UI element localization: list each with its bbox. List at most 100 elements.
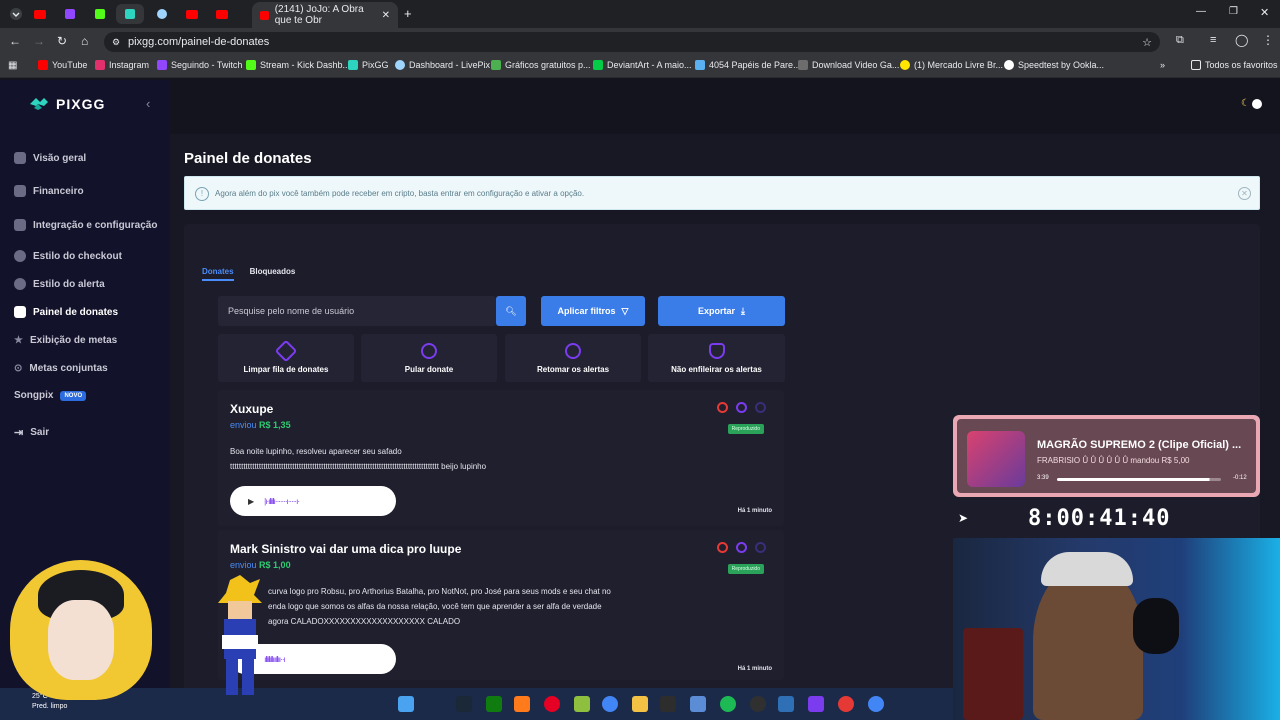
youtube-tab-icon[interactable] bbox=[208, 4, 236, 24]
tab-active[interactable]: (2141) JoJo: A Obra que te Obr ✕ bbox=[252, 2, 398, 28]
livepix-icon bbox=[395, 60, 405, 70]
bookmark-mercado-livre[interactable]: (1) Mercado Livre Br... bbox=[900, 60, 1003, 70]
twitch-tab-icon[interactable] bbox=[56, 4, 84, 24]
sidebar-item-sair[interactable]: ⇥ Sair bbox=[14, 426, 49, 439]
bookmark-star-icon[interactable]: ☆ bbox=[1142, 36, 1152, 49]
apply-filters-button[interactable]: Aplicar filtros ▽ bbox=[541, 296, 645, 326]
bookmark-pixgg[interactable]: PixGG bbox=[348, 60, 389, 70]
forward-icon[interactable]: → bbox=[33, 34, 45, 48]
resume-alerts-button[interactable]: Retomar os alertas bbox=[505, 334, 641, 382]
bookmark-all-folder[interactable]: Todos os favoritos bbox=[1191, 60, 1278, 70]
youtube-tab-icon[interactable] bbox=[178, 4, 206, 24]
minimize-icon[interactable]: — bbox=[1196, 6, 1206, 17]
donate-amount-line: enviou R$ 1,35 bbox=[230, 420, 291, 430]
bookmark-kick[interactable]: Stream - Kick Dashb... bbox=[246, 60, 350, 70]
bookmark-papeis[interactable]: 4054 Papéis de Pare... bbox=[695, 60, 801, 70]
media-icon[interactable]: ≡ bbox=[1210, 34, 1216, 46]
collapse-sidebar-icon[interactable]: ‹ bbox=[146, 96, 150, 111]
back-icon[interactable]: ← bbox=[9, 34, 21, 48]
skip-icon[interactable] bbox=[755, 402, 766, 413]
donate-message: curva logo pro Robsu, pro Arthorius Bata… bbox=[268, 587, 611, 626]
bookmark-twitch[interactable]: Seguindo - Twitch bbox=[157, 60, 242, 70]
kick-tab-icon[interactable] bbox=[86, 4, 114, 24]
folder-icon bbox=[1191, 60, 1201, 70]
app-icon[interactable] bbox=[778, 696, 794, 712]
sidebar-item-financeiro[interactable]: Financeiro bbox=[14, 185, 84, 197]
play-icon[interactable]: ▶ bbox=[248, 497, 254, 506]
app-icon[interactable] bbox=[514, 696, 530, 712]
sidebar-item-estilo-checkout[interactable]: Estilo do checkout bbox=[14, 250, 122, 262]
song-requester: FRABRISIO Û Û Û Û Û Û mandou R$ 5,00 bbox=[1037, 456, 1190, 465]
sidebar-item-songpix[interactable]: Songpix NOVO bbox=[14, 390, 87, 401]
search-input[interactable]: Pesquise pelo nome de usuário bbox=[218, 296, 496, 326]
youtube-tab-icon[interactable] bbox=[26, 4, 54, 24]
sidebar-item-painel-donates[interactable]: Painel de donates bbox=[14, 306, 118, 318]
sidebar-item-visao-geral[interactable]: Visão geral bbox=[14, 152, 86, 164]
no-queue-alerts-button[interactable]: Não enfileirar os alertas bbox=[648, 334, 785, 382]
page-title: Painel de donates bbox=[184, 150, 312, 167]
bookmark-download-video[interactable]: Download Video Ga... bbox=[798, 60, 899, 70]
bookmark-livepix[interactable]: Dashboard - LivePix bbox=[395, 60, 490, 70]
profile-icon[interactable]: ◯ bbox=[1235, 33, 1248, 47]
app-icon[interactable] bbox=[574, 696, 590, 712]
speedtest-icon bbox=[1004, 60, 1014, 70]
close-tab-icon[interactable]: ✕ bbox=[382, 10, 390, 21]
chrome-icon[interactable] bbox=[868, 696, 884, 712]
extensions-icon[interactable]: ⧉ bbox=[1176, 34, 1184, 47]
bookmark-deviantart[interactable]: DeviantArt - A maio... bbox=[593, 60, 692, 70]
block-icon[interactable] bbox=[717, 402, 728, 413]
menu-icon[interactable]: ⋮ bbox=[1262, 33, 1274, 47]
sidebar-item-estilo-alerta[interactable]: Estilo do alerta bbox=[14, 278, 105, 290]
donate-message: Boa noite lupinho, resolveu aparecer seu… bbox=[230, 447, 487, 471]
livepix-tab-icon[interactable] bbox=[148, 4, 176, 24]
skip-icon bbox=[421, 342, 437, 359]
url-field[interactable]: ⚙ pixgg.com/painel-de-donates ☆ bbox=[104, 32, 1160, 52]
sidebar-item-integracao[interactable]: Integração e configuração bbox=[14, 219, 157, 231]
wallet-icon bbox=[14, 185, 26, 197]
tab-donates[interactable]: Donates bbox=[202, 264, 234, 281]
apps-grid-icon[interactable]: ▦ bbox=[8, 60, 17, 71]
site-info-icon[interactable]: ⚙ bbox=[112, 37, 120, 48]
home-icon[interactable]: ⌂ bbox=[81, 34, 88, 48]
app-icon[interactable] bbox=[838, 696, 854, 712]
export-button[interactable]: Exportar ⤓ bbox=[658, 296, 785, 326]
window-close-icon[interactable]: ✕ bbox=[1260, 6, 1269, 19]
folder-icon[interactable] bbox=[632, 696, 648, 712]
new-tab-icon[interactable]: + bbox=[404, 6, 412, 21]
more-bookmarks-icon[interactable]: » bbox=[1160, 60, 1165, 70]
notepad-icon[interactable] bbox=[690, 696, 706, 712]
windows-start-icon[interactable] bbox=[398, 696, 414, 712]
pixgg-tab-icon[interactable] bbox=[116, 4, 144, 24]
pixgg-logo[interactable]: PIXGG bbox=[28, 96, 105, 112]
youtube-icon bbox=[38, 60, 48, 70]
bookmark-speedtest[interactable]: Speedtest by Ookla... bbox=[1004, 60, 1104, 70]
app-icon[interactable] bbox=[660, 696, 676, 712]
obs-icon[interactable] bbox=[750, 696, 766, 712]
tab-bloqueados[interactable]: Bloqueados bbox=[250, 264, 296, 281]
sidebar-item-metas-conjuntas[interactable]: ⊙ Metas conjuntas bbox=[14, 363, 108, 374]
sidebar-item-exibicao-metas[interactable]: ★ Exibição de metas bbox=[14, 335, 117, 346]
clear-queue-button[interactable]: Limpar fila de donates bbox=[218, 334, 354, 382]
chrome-icon[interactable] bbox=[602, 696, 618, 712]
replay-icon[interactable] bbox=[736, 402, 747, 413]
pinterest-icon[interactable] bbox=[544, 696, 560, 712]
replay-icon[interactable] bbox=[736, 542, 747, 553]
restore-icon[interactable]: ❐ bbox=[1229, 6, 1238, 17]
xbox-icon[interactable] bbox=[486, 696, 502, 712]
app-icon[interactable] bbox=[808, 696, 824, 712]
skip-icon[interactable] bbox=[755, 542, 766, 553]
reload-icon[interactable]: ↻ bbox=[57, 34, 67, 48]
audio-player[interactable]: ▶ |ı·ıllıllı·······ı·····ı· bbox=[230, 486, 396, 516]
steam-icon[interactable] bbox=[456, 696, 472, 712]
skip-donate-button[interactable]: Pular donate bbox=[361, 334, 497, 382]
close-banner-icon[interactable]: ✕ bbox=[1238, 187, 1251, 200]
bookmark-graficos[interactable]: Gráficos gratuitos p... bbox=[491, 60, 591, 70]
bookmark-instagram[interactable]: Instagram bbox=[95, 60, 149, 70]
spotify-icon[interactable] bbox=[720, 696, 736, 712]
theme-toggle[interactable]: ☾ bbox=[1241, 98, 1262, 109]
taskbar bbox=[0, 688, 953, 720]
bookmark-youtube[interactable]: YouTube bbox=[38, 60, 87, 70]
info-banner: ! Agora além do pix você também pode rec… bbox=[184, 176, 1260, 210]
search-button[interactable]: 🔍︎ bbox=[496, 296, 526, 326]
block-icon[interactable] bbox=[717, 542, 728, 553]
